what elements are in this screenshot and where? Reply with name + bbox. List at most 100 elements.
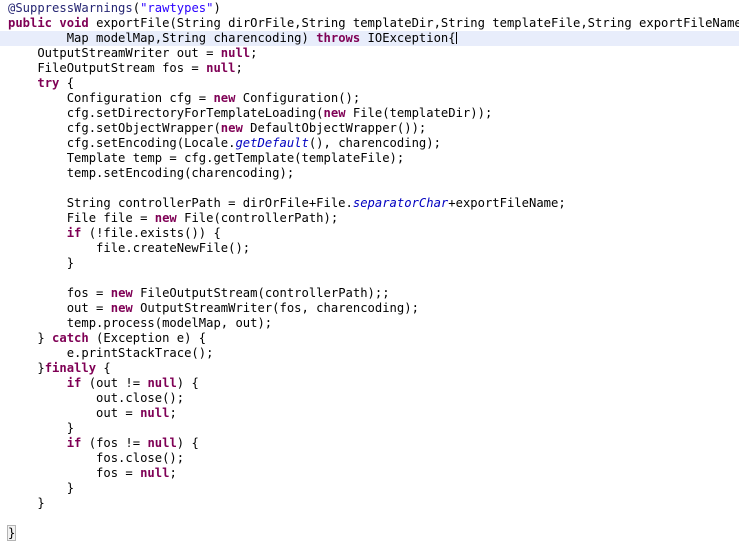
code-line[interactable]: } <box>0 525 739 541</box>
code-line[interactable] <box>0 181 739 196</box>
code-line[interactable]: fos = null; <box>0 466 739 481</box>
text-cursor <box>455 32 457 44</box>
code-token-plain: temp.process(modelMap, out); <box>8 316 273 330</box>
code-token-plain: } <box>8 361 45 375</box>
code-line[interactable]: e.printStackTrace(); <box>0 346 739 361</box>
code-token-plain: } <box>8 496 45 510</box>
code-token-plain: out.close(); <box>8 391 185 405</box>
code-token-plain: File(controllerPath); <box>176 211 339 225</box>
code-token-plain: (!file.exists()) { <box>81 226 221 240</box>
code-line[interactable]: Configuration cfg = new Configuration(); <box>0 91 739 106</box>
code-token-plain: ; <box>169 406 177 420</box>
code-line[interactable]: File file = new File(controllerPath); <box>0 211 739 226</box>
code-token-plain: File(templateDir)); <box>345 106 493 120</box>
code-line[interactable]: fos = new FileOutputStream(controllerPat… <box>0 286 739 301</box>
code-line[interactable]: @SuppressWarnings("rawtypes") <box>0 1 739 16</box>
code-token-plain: cfg.setEncoding(Locale. <box>8 136 236 150</box>
code-line[interactable]: Map modelMap,String charencoding) throws… <box>0 31 739 46</box>
code-line[interactable]: if (out != null) { <box>0 376 739 391</box>
code-token-plain: e.printStackTrace(); <box>8 346 214 360</box>
code-line[interactable]: try { <box>0 76 739 91</box>
code-token-plain: } <box>8 256 75 270</box>
code-text-area[interactable]: @SuppressWarnings("rawtypes") public void… <box>0 1 739 541</box>
code-line[interactable] <box>0 271 739 286</box>
code-token-plain: { <box>59 76 75 90</box>
code-token-plain: ) { <box>176 436 199 450</box>
code-line[interactable]: OutputStreamWriter out = null; <box>0 46 739 61</box>
code-token-kw: try <box>37 76 60 90</box>
code-token-kw: null <box>147 376 177 390</box>
code-token-plain: ; <box>169 466 177 480</box>
code-line[interactable]: out.close(); <box>0 391 739 406</box>
code-token-kw: catch <box>52 331 89 345</box>
code-token-plain: Template temp = cfg.getTemplate(template… <box>8 151 405 165</box>
code-line[interactable]: if (fos != null) { <box>0 436 739 451</box>
code-token-plain: ) <box>213 1 221 15</box>
code-token-plain: OutputStreamWriter(fos, charencoding); <box>132 301 419 315</box>
code-token-kw: new <box>154 211 177 225</box>
code-token-plain: cfg.setObjectWrapper( <box>8 121 221 135</box>
code-token-plain: ) { <box>176 376 199 390</box>
code-line[interactable]: }finally { <box>0 361 739 376</box>
code-line[interactable]: cfg.setObjectWrapper(new DefaultObjectWr… <box>0 121 739 136</box>
code-token-kw: void <box>59 16 89 30</box>
code-token-kw: null <box>140 406 170 420</box>
code-token-plain: cfg.setDirectoryForTemplateLoading( <box>8 106 324 120</box>
code-token-stat: getDefault <box>235 136 309 150</box>
code-token-kw: if <box>66 436 82 450</box>
code-token-plain: String controllerPath = dirOrFile+File. <box>8 196 353 210</box>
code-line[interactable]: temp.process(modelMap, out); <box>0 316 739 331</box>
code-line[interactable]: Template temp = cfg.getTemplate(template… <box>0 151 739 166</box>
code-token-plain: fos = <box>8 466 141 480</box>
code-token-kw: new <box>213 91 236 105</box>
code-token-plain: { <box>96 361 111 375</box>
code-token-plain: (fos != <box>81 436 148 450</box>
code-line[interactable]: public void exportFile(String dirOrFile,… <box>0 16 739 31</box>
code-token-kw: public <box>8 16 53 30</box>
code-line[interactable]: out = null; <box>0 406 739 421</box>
code-token-stat: separatorChar <box>352 196 449 210</box>
code-token-kw: null <box>140 466 170 480</box>
code-token-kw: new <box>220 121 243 135</box>
code-token-plain: file.createNewFile(); <box>8 241 251 255</box>
code-token-plain: OutputStreamWriter out = <box>8 46 221 60</box>
code-line[interactable]: file.createNewFile(); <box>0 241 739 256</box>
code-token-plain: FileOutputStream fos = <box>8 61 207 75</box>
code-editor-pane[interactable]: @SuppressWarnings("rawtypes") public void… <box>0 0 739 541</box>
code-token-kw: new <box>110 301 133 315</box>
code-line[interactable]: } <box>0 481 739 496</box>
code-token-kw: null <box>147 436 177 450</box>
code-token-plain: ( <box>132 1 141 15</box>
code-line[interactable]: } catch (Exception e) { <box>0 331 739 346</box>
code-line[interactable]: } <box>0 421 739 436</box>
code-line[interactable]: cfg.setDirectoryForTemplateLoading(new F… <box>0 106 739 121</box>
code-line[interactable]: temp.setEncoding(charencoding); <box>0 166 739 181</box>
code-token-plain: +exportFileName; <box>448 196 566 210</box>
code-token-plain: IOException{ <box>360 31 456 45</box>
code-line[interactable]: String controllerPath = dirOrFile+File.s… <box>0 196 739 211</box>
code-token-str: "rawtypes" <box>140 1 214 15</box>
code-token-kw: finally <box>44 361 97 375</box>
code-token-plain: } <box>8 481 75 495</box>
code-token-plain: fos = <box>8 286 111 300</box>
code-line[interactable] <box>0 511 739 526</box>
code-token-kw: null <box>206 61 236 75</box>
code-line[interactable]: FileOutputStream fos = null; <box>0 61 739 76</box>
code-line[interactable]: fos.close(); <box>0 451 739 466</box>
code-line[interactable]: out = new OutputStreamWriter(fos, charen… <box>0 301 739 316</box>
code-token-kw: if <box>66 226 82 240</box>
code-token-plain: (out != <box>81 376 148 390</box>
code-token-plain: } <box>8 421 75 435</box>
code-line[interactable]: if (!file.exists()) { <box>0 226 739 241</box>
code-token-plain: DefaultObjectWrapper()); <box>242 121 427 135</box>
code-line[interactable]: cfg.setEncoding(Locale.getDefault(), cha… <box>0 136 739 151</box>
code-token-plain: temp.setEncoding(charencoding); <box>8 166 295 180</box>
code-token-plain: out = <box>8 406 141 420</box>
code-token-plain: exportFile(String dirOrFile,String templ… <box>88 16 739 30</box>
code-line[interactable]: } <box>0 256 739 271</box>
code-line[interactable]: } <box>0 496 739 511</box>
code-token-plain: } <box>8 331 53 345</box>
